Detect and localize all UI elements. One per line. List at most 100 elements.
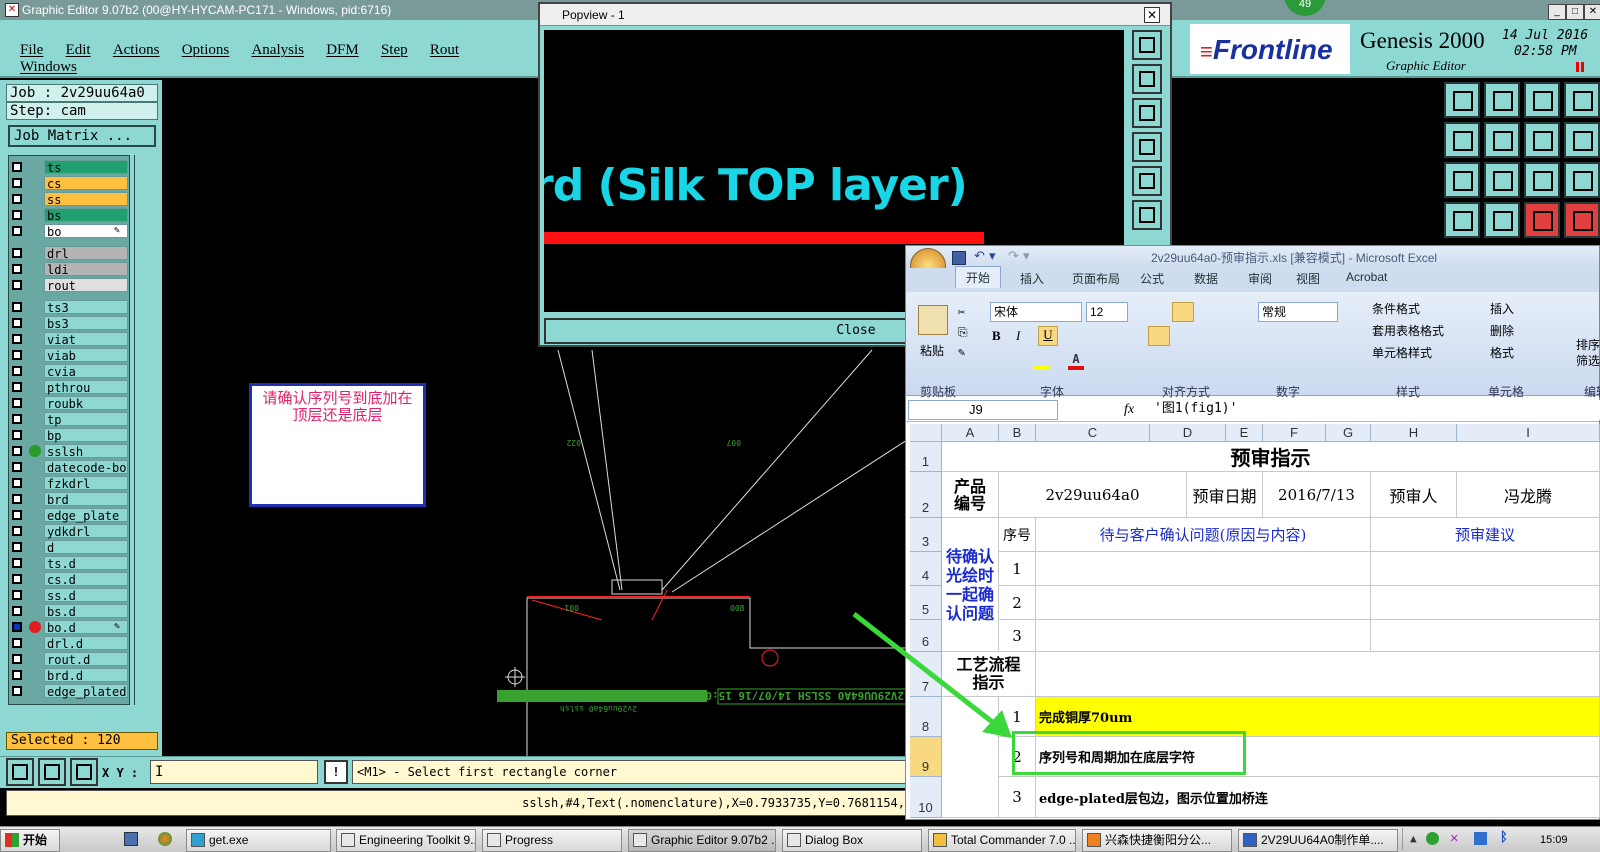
frame-icon[interactable]: [1564, 82, 1600, 118]
stretch-icon[interactable]: [1564, 162, 1600, 198]
layer-row[interactable]: edge_plated: [8, 684, 128, 699]
layer-row[interactable]: cs: [8, 176, 128, 191]
snap-icon[interactable]: [1564, 122, 1600, 158]
underline-button[interactable]: U: [1038, 326, 1058, 346]
layer-checkbox[interactable]: [12, 178, 22, 188]
paste-button[interactable]: [918, 305, 948, 335]
function-icon[interactable]: fx: [1124, 402, 1134, 418]
layer-row[interactable]: bs: [8, 208, 128, 223]
layer-scrollbar[interactable]: [134, 155, 154, 705]
job-matrix-button[interactable]: Job Matrix ...: [8, 125, 156, 147]
layer-checkbox[interactable]: [12, 478, 22, 488]
layer-row[interactable]: viab: [8, 348, 128, 363]
column-header[interactable]: I: [1457, 424, 1600, 442]
layer-checkbox[interactable]: [12, 226, 22, 236]
layer-row[interactable]: edge_plate: [8, 508, 128, 523]
cut-icon[interactable]: ✂: [958, 305, 965, 319]
taskbar-item[interactable]: Progress: [482, 829, 622, 852]
taskbar-item[interactable]: Dialog Box: [782, 829, 922, 852]
row-header[interactable]: 2: [910, 472, 942, 518]
zoom-out-icon[interactable]: [1484, 162, 1520, 198]
style-conditional[interactable]: 条件格式: [1372, 300, 1420, 317]
layer-name[interactable]: ldi: [44, 262, 128, 277]
column-header[interactable]: D: [1150, 424, 1226, 442]
advice-cell[interactable]: [1371, 552, 1600, 586]
layer-name[interactable]: drl.d: [44, 636, 128, 651]
layer-row[interactable]: drl.d: [8, 636, 128, 651]
layer-checkbox[interactable]: [12, 686, 22, 696]
layer-checkbox[interactable]: [12, 638, 22, 648]
layer-checkbox[interactable]: [12, 334, 22, 344]
taskbar-item[interactable]: Total Commander 7.0 ...: [928, 829, 1076, 852]
align-left-button[interactable]: [1148, 326, 1170, 346]
issue-cell[interactable]: [1036, 620, 1371, 652]
measure-icon[interactable]: [1444, 202, 1480, 238]
advice-cell[interactable]: [1371, 586, 1600, 620]
tray-icon[interactable]: ✕: [1450, 830, 1458, 846]
layer-name[interactable]: bp: [44, 428, 128, 443]
menu-windows[interactable]: Windows: [20, 59, 77, 75]
layer-name[interactable]: ts3: [44, 300, 128, 315]
layer-checkbox[interactable]: [12, 366, 22, 376]
layer-row[interactable]: bs.d: [8, 604, 128, 619]
layer-checkbox[interactable]: [12, 654, 22, 664]
ribbon-tab[interactable]: 开始: [955, 266, 1002, 288]
row-header[interactable]: 1: [910, 442, 942, 472]
process-empty[interactable]: [1036, 652, 1600, 697]
layer-name[interactable]: tp: [44, 412, 128, 427]
zoom-fit-button[interactable]: [6, 758, 34, 786]
signal-icon[interactable]: [1524, 202, 1560, 238]
pop-zoom-icon[interactable]: [1132, 30, 1162, 60]
layer-name[interactable]: ts.d: [44, 556, 128, 571]
ribbon-tab[interactable]: 页面布局: [1072, 270, 1120, 287]
desktop-icon[interactable]: [124, 832, 138, 846]
format-painter-icon[interactable]: ✎: [958, 345, 965, 359]
layer-checkbox[interactable]: [12, 162, 22, 172]
menu-options[interactable]: Options: [182, 42, 230, 58]
select-all-corner[interactable]: [910, 424, 942, 442]
row-header[interactable]: 3: [910, 518, 942, 552]
layer-checkbox[interactable]: [12, 526, 22, 536]
xy-input[interactable]: I: [150, 760, 318, 784]
product-no-value[interactable]: 2v29uu64a0: [999, 472, 1187, 518]
layer-name[interactable]: bs: [44, 208, 128, 223]
minimize-button[interactable]: _: [1548, 4, 1566, 20]
column-header[interactable]: C: [1036, 424, 1150, 442]
column-header[interactable]: H: [1371, 424, 1457, 442]
redo-icon[interactable]: ↷ ▾: [1008, 249, 1030, 264]
layer-name[interactable]: pthrou: [44, 380, 128, 395]
pop-right-icon[interactable]: [1132, 166, 1162, 196]
layer-row[interactable]: viat: [8, 332, 128, 347]
process-item[interactable]: edge-plated层包边，图示位置加桥连: [1036, 777, 1600, 818]
layer-checkbox[interactable]: [12, 302, 22, 312]
layer-row[interactable]: bo ✎: [8, 224, 128, 239]
row-header[interactable]: 4: [910, 552, 942, 586]
pop-up-icon[interactable]: [1132, 64, 1162, 94]
taskbar-item[interactable]: 2V29UU64A0制作单....: [1238, 829, 1398, 852]
layer-checkbox[interactable]: [12, 558, 22, 568]
layer-row[interactable]: ydkdrl: [8, 524, 128, 539]
ribbon-tab[interactable]: 视图: [1296, 270, 1320, 287]
zoom-area-button[interactable]: [38, 758, 66, 786]
layer-row[interactable]: ts: [8, 160, 128, 175]
clock[interactable]: 15:09: [1540, 834, 1568, 846]
paste-label[interactable]: 粘贴: [920, 342, 944, 359]
layer-row[interactable]: bp: [8, 428, 128, 443]
layer-name[interactable]: bs3: [44, 316, 128, 331]
bluetooth-icon[interactable]: ᛒ: [1500, 830, 1508, 845]
layer-name[interactable]: d: [44, 540, 128, 555]
layer-checkbox[interactable]: [12, 430, 22, 440]
layer-name[interactable]: brd.d: [44, 668, 128, 683]
menu-rout[interactable]: Rout: [430, 42, 459, 58]
advice-header[interactable]: 预审建议: [1371, 518, 1600, 552]
row-header[interactable]: 10: [910, 777, 942, 818]
number-format-select[interactable]: 常规: [1258, 302, 1338, 322]
layer-checkbox[interactable]: [12, 462, 22, 472]
style-table[interactable]: 套用表格格式: [1372, 322, 1444, 339]
layer-checkbox[interactable]: [12, 280, 22, 290]
layer-row[interactable]: ts.d: [8, 556, 128, 571]
close-button[interactable]: ✕: [1584, 4, 1600, 20]
signal-alt-icon[interactable]: [1564, 202, 1600, 238]
menu-step[interactable]: Step: [381, 42, 408, 58]
layer-row[interactable]: d: [8, 540, 128, 555]
